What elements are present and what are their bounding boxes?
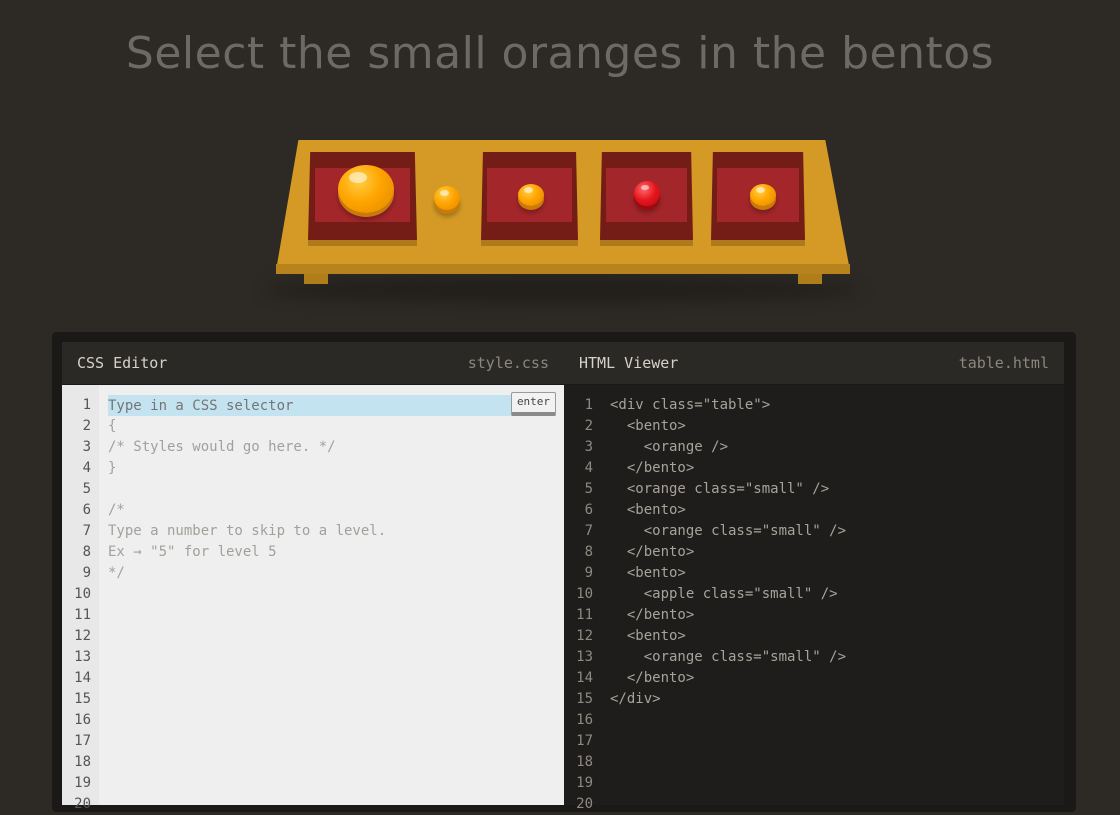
enter-button[interactable]: enter [511,392,556,416]
orange-small[interactable] [518,184,544,206]
code-line: <orange /> [610,439,729,455]
line-number: 1 [584,397,593,413]
code-line: /* [108,502,125,518]
line-number: 14 [74,670,91,686]
css-editor-title: CSS Editor [77,354,168,372]
line-number: 11 [576,607,593,623]
line-number: 13 [74,649,91,665]
line-number: 10 [576,586,593,602]
table-edge [276,264,850,274]
code-line: */ [108,565,125,581]
css-editor-code[interactable]: { /* Styles would go here. */} /* Type a nu… [99,385,564,805]
code-line: </bento> [610,607,695,623]
line-number: 12 [576,628,593,644]
line-number: 9 [82,565,91,581]
line-number: 1 [82,397,91,413]
line-number: 19 [74,775,91,791]
line-number: 8 [82,544,91,560]
code-line: <orange class="small" /> [610,523,847,539]
code-line: { [108,418,117,434]
line-number: 18 [576,754,593,770]
line-number: 8 [584,544,593,560]
code-line: <orange class="small" /> [610,481,830,497]
line-number: 18 [74,754,91,770]
line-number: 16 [576,712,593,728]
html-viewer-header: HTML Viewer table.html [564,342,1064,384]
apple-small[interactable] [634,181,660,206]
line-number: 5 [584,481,593,497]
line-number: 12 [74,628,91,644]
code-line: </bento> [610,670,695,686]
code-line: Ex → "5" for level 5 [108,544,277,560]
orange-small[interactable] [750,184,776,206]
line-number: 11 [74,607,91,623]
code-line: </bento> [610,460,695,476]
css-editor-header: CSS Editor style.css [62,342,564,384]
line-number: 17 [576,733,593,749]
code-line: </div> [610,691,661,707]
line-number: 3 [82,439,91,455]
code-line: <div class="table"> [610,397,771,413]
line-number: 4 [82,460,91,476]
code-line: /* Styles would go here. */ [108,439,336,455]
line-number: 15 [576,691,593,707]
line-number: 19 [576,775,593,791]
html-viewer-filename: table.html [958,354,1049,372]
code-line: </bento> [610,544,695,560]
code-line: <bento> [610,502,686,518]
css-selector-input[interactable] [108,395,556,416]
css-line-numbers: 1 2 3 4 5 6 7 8 9 10 11 12 13 14 15 16 17 18 19 20 [62,385,99,812]
line-number: 7 [82,523,91,539]
line-number: 3 [584,439,593,455]
line-number: 10 [74,586,91,602]
line-number: 5 [82,481,91,497]
line-number: 14 [576,670,593,686]
line-number: 4 [584,460,593,476]
line-number: 20 [74,796,91,812]
orange-small[interactable] [434,186,460,210]
line-number: 9 [584,565,593,581]
code-line: <orange class="small" /> [610,649,847,665]
line-number: 6 [584,502,593,518]
code-line: <apple class="small" /> [610,586,838,602]
game-table-scene [0,130,1120,320]
table-shadow [262,278,862,302]
orange-large[interactable] [338,165,394,213]
html-viewer-code[interactable]: <div class="table"> <bento> <orange /> <… [601,385,1064,805]
code-line: Type a number to skip to a level. [108,523,387,539]
line-number: 16 [74,712,91,728]
line-number: 2 [82,418,91,434]
level-instruction: Select the small oranges in the bentos [125,28,995,79]
html-line-numbers: 1 2 3 4 5 6 7 8 9 10 11 12 13 14 15 16 17 18 19 20 [564,385,602,812]
line-number: 20 [576,796,593,812]
line-number: 6 [82,502,91,518]
html-viewer-title: HTML Viewer [579,354,679,372]
code-line: <bento> [610,628,686,644]
css-editor-filename: style.css [467,354,549,372]
line-number: 7 [584,523,593,539]
line-number: 15 [74,691,91,707]
line-number: 2 [584,418,593,434]
code-line: <bento> [610,565,686,581]
line-number: 13 [576,649,593,665]
code-line: } [108,460,117,476]
line-number: 17 [74,733,91,749]
code-line: <bento> [610,418,686,434]
